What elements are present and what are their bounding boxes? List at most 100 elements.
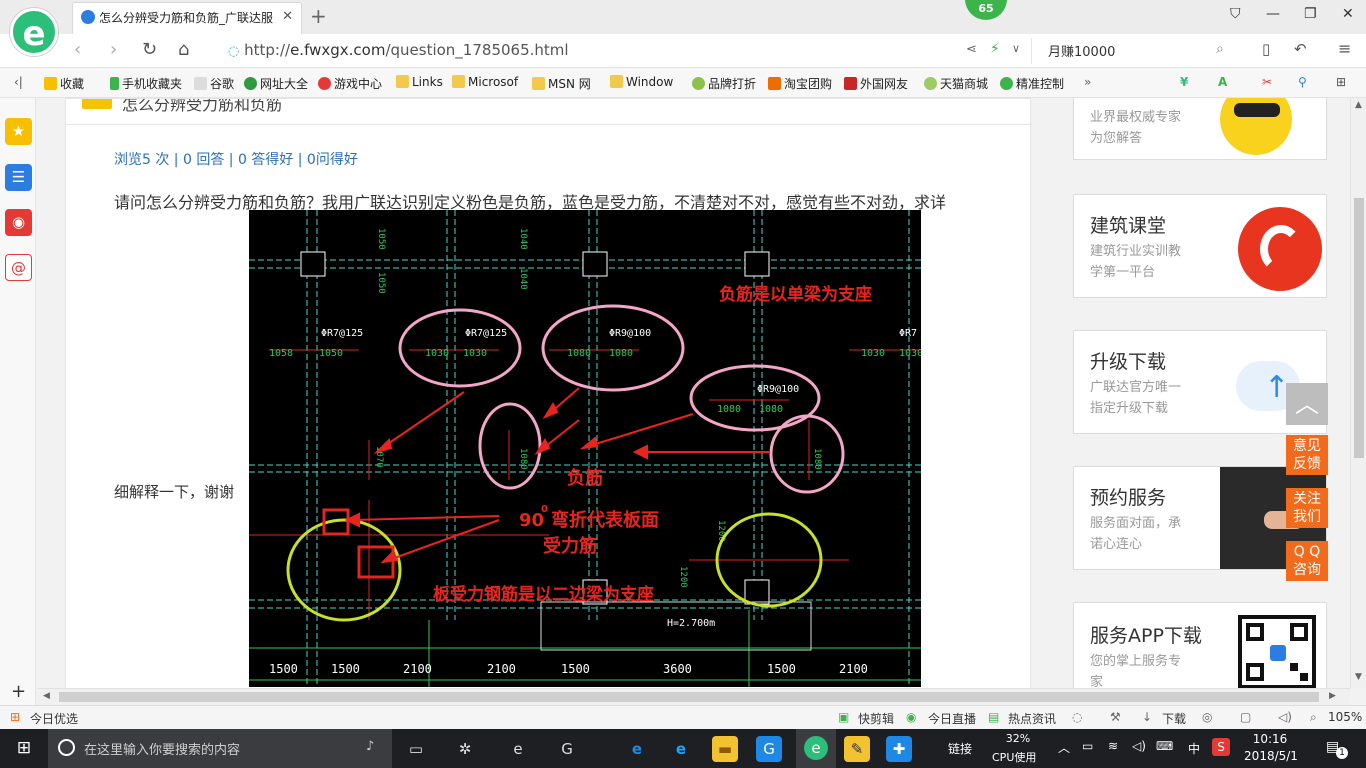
accelerate-icon[interactable]: ◎ [1202, 710, 1212, 724]
forward-icon[interactable]: › [110, 39, 117, 60]
follow-us-button[interactable]: 关注 我们 [1286, 488, 1328, 528]
status-item[interactable]: 快剪辑 [858, 710, 894, 727]
back-icon[interactable]: ‹ [74, 39, 81, 60]
bookmark-item[interactable]: Microsof [452, 75, 518, 89]
scrollbar-thumb[interactable] [59, 692, 1319, 702]
volume-icon[interactable]: ◁) [1132, 739, 1146, 753]
shield-icon[interactable]: ¥ [1180, 75, 1188, 89]
add-sidebar-icon[interactable]: + [11, 681, 26, 702]
bookmark-item[interactable]: 外国网友 [844, 75, 908, 92]
bookmark-item[interactable]: 收藏 [44, 75, 84, 92]
browser-tab[interactable]: 怎么分辨受力筋和负筋_广联达服 ✕ [72, 2, 302, 34]
feedback-button[interactable]: 意见 反馈 [1286, 435, 1328, 475]
undo-icon[interactable]: ↶ [1294, 40, 1307, 58]
reading-list-icon[interactable]: ☰ [5, 164, 32, 191]
bookmark-item[interactable]: 天猫商城 [924, 75, 988, 92]
zoom-level[interactable]: 105% [1328, 710, 1362, 724]
tools-icon[interactable]: ⚲ [1298, 75, 1307, 89]
bookmark-item[interactable]: Links [396, 75, 443, 89]
task-view-icon[interactable]: ▭ [403, 736, 429, 762]
clock-date[interactable]: 2018/5/1 [1242, 749, 1300, 763]
internet-explorer-icon[interactable]: e [668, 736, 694, 762]
scissors-icon[interactable]: ✂ [1262, 75, 1272, 89]
scroll-down-icon[interactable]: ▼ [1355, 672, 1362, 682]
close-window-icon[interactable]: ✕ [1342, 6, 1354, 22]
home-icon[interactable]: ⌂ [178, 39, 189, 60]
favorites-star-icon[interactable]: ★ [5, 118, 32, 145]
scrollbar-thumb[interactable] [1354, 198, 1364, 458]
fan-app-icon[interactable]: ✲ [452, 736, 478, 762]
url-field[interactable]: ◌ http://e.fwxgx.com/question_1785065.ht… [222, 38, 1032, 64]
more-bookmarks-icon[interactable]: » [1084, 75, 1091, 89]
status-item[interactable]: 今日直播 [928, 710, 976, 727]
tool-icon[interactable]: ⚒ [1110, 710, 1121, 724]
annotation-bottom-note: 板受力钢筋是以二边梁为支座 [433, 584, 654, 605]
ie-app-icon[interactable]: e [505, 736, 531, 762]
email-icon[interactable]: @ [5, 254, 32, 281]
glodon-service-icon[interactable]: G [756, 736, 782, 762]
microphone-icon[interactable]: ♪ [366, 739, 374, 754]
scroll-right-icon[interactable]: ▶ [1329, 691, 1336, 701]
share-icon[interactable]: ⋖ [966, 42, 977, 57]
bookmark-item[interactable]: 精准控制 [1000, 75, 1064, 92]
collapse-icon[interactable]: ‹| [14, 75, 23, 89]
tray-expand-icon[interactable]: ︿ [1058, 739, 1070, 756]
search-input[interactable]: 月赚10000 [1040, 38, 1238, 64]
status-item[interactable]: 下载 [1162, 710, 1186, 727]
close-tab-icon[interactable]: ✕ [282, 9, 293, 24]
shirt-skin-icon[interactable]: ⛉ [1230, 6, 1241, 22]
notes-app-icon[interactable]: ✎ [844, 736, 870, 762]
notification-badge[interactable]: 65 [965, 0, 1007, 20]
browser-logo[interactable]: e [10, 8, 58, 56]
vertical-scrollbar[interactable]: ▲ ▼ [1350, 98, 1366, 688]
lightning-icon[interactable]: ⚡ [990, 41, 1000, 57]
bookmark-item[interactable]: MSN 网 [532, 75, 591, 92]
bookmark-item[interactable]: Window [610, 75, 673, 89]
horizontal-scrollbar[interactable]: ◀ ▶ [37, 688, 1350, 705]
bookmark-item[interactable]: 谷歌 [194, 75, 234, 92]
bookmark-item[interactable]: 游戏中心 [318, 75, 382, 92]
translate-icon[interactable]: A [1218, 75, 1227, 89]
windows-start-icon[interactable]: ⊞ [0, 729, 48, 768]
apps-icon[interactable]: ⊞ [1336, 75, 1346, 89]
browser-taskbar-icon[interactable]: e [796, 729, 836, 768]
course-card[interactable]: 建筑课堂 建筑行业实训教 学第一平台 [1073, 194, 1327, 298]
today-picks-link[interactable]: 今日优选 [30, 710, 78, 727]
chevron-down-icon[interactable]: ∨ [1012, 42, 1020, 55]
expert-card[interactable]: 业界最权威专家 为您解答 [1073, 98, 1327, 160]
status-item[interactable]: 热点资讯 [1008, 710, 1056, 727]
sound-icon[interactable]: ◁) [1278, 710, 1292, 724]
search-icon[interactable]: ⌕ [1216, 41, 1224, 57]
scroll-up-icon[interactable]: ▲ [1355, 100, 1362, 110]
speed-icon[interactable]: ◌ [1072, 710, 1082, 724]
app-download-card[interactable]: 服务APP下载 您的掌上服务专家 [1073, 602, 1327, 688]
keyboard-icon[interactable]: ⌨ [1156, 739, 1173, 753]
window-icon[interactable]: ▢ [1240, 710, 1251, 724]
question-stats[interactable]: 浏览5 次 | 0 回答 | 0 答得好 | 0问得好 [114, 149, 358, 169]
qq-consult-button[interactable]: Q Q 咨询 [1286, 541, 1328, 581]
file-explorer-icon[interactable]: ▬ [712, 736, 738, 762]
bookmark-item[interactable]: 品牌打折 [692, 75, 756, 92]
back-to-top-button[interactable]: ︿ [1286, 383, 1328, 425]
ime-indicator[interactable]: 中 [1188, 740, 1200, 757]
weibo-icon[interactable]: ◉ [5, 209, 32, 236]
sogou-icon[interactable]: S [1212, 738, 1230, 756]
new-tab-button[interactable]: + [310, 4, 327, 28]
link-label[interactable]: 链接 [948, 740, 972, 757]
battery-icon[interactable]: ▭ [1082, 739, 1093, 753]
wifi-icon[interactable]: ≋ [1108, 739, 1118, 753]
remote-app-icon[interactable]: ✚ [886, 736, 912, 762]
scroll-left-icon[interactable]: ◀ [43, 691, 50, 701]
minimize-icon[interactable]: — [1266, 6, 1280, 22]
bookmark-item[interactable]: 淘宝团购 [768, 75, 832, 92]
refresh-icon[interactable]: ↻ [142, 39, 157, 60]
glodon-app-icon[interactable]: G [554, 736, 580, 762]
mobile-icon[interactable]: ▯ [1262, 40, 1270, 58]
menu-icon[interactable]: ≡ [1338, 39, 1351, 58]
clock-time[interactable]: 10:16 [1248, 732, 1292, 746]
maximize-icon[interactable]: ❐ [1304, 6, 1317, 22]
bookmark-item[interactable]: 手机收藏夹 [110, 75, 182, 92]
bookmark-item[interactable]: 网址大全 [244, 75, 308, 92]
taskbar-search-input[interactable]: 在这里输入你要搜索的内容 ♪ [48, 729, 392, 768]
edge-icon[interactable]: e [624, 736, 650, 762]
